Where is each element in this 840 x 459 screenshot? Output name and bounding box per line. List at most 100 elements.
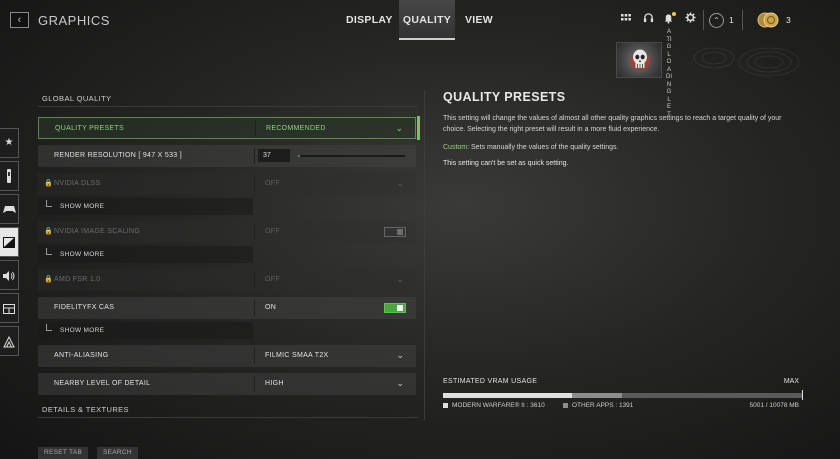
- sidebar-item-interface[interactable]: [0, 293, 19, 323]
- currency-icon[interactable]: [757, 11, 779, 29]
- setting-label: NVIDIA IMAGE SCALING: [54, 228, 141, 235]
- vram-game-fill: [443, 393, 572, 398]
- legend-other-label: OTHER APPS : 1391: [572, 402, 634, 409]
- tab-display[interactable]: DISPLAY: [346, 0, 392, 40]
- tab-quality[interactable]: QUALITY: [399, 0, 455, 40]
- rank-icon: ⌃: [709, 13, 724, 28]
- sidebar-item-network[interactable]: [0, 326, 19, 356]
- chevron-left-icon: ‹: [17, 14, 22, 26]
- setting-nvidia-dlss: 🔒 NVIDIA DLSS OFF ⌄: [38, 173, 416, 195]
- divider: [254, 224, 255, 240]
- star-icon: ★: [4, 137, 14, 148]
- calling-card-pattern: [693, 47, 800, 77]
- info-description: This setting will change the values of a…: [443, 115, 782, 133]
- setting-fidelityfx-cas[interactable]: FIDELITYFX CAS ON: [38, 297, 416, 319]
- interface-icon: [3, 304, 15, 314]
- section-global-quality: GLOBAL QUALITY: [38, 90, 418, 107]
- page-title: GRAPHICS: [38, 13, 110, 28]
- fidelityfx-toggle[interactable]: [384, 303, 406, 313]
- currency-count: 3: [786, 15, 791, 25]
- show-more-label: SHOW MORE: [60, 203, 105, 210]
- chevron-down-icon: ⌄: [396, 274, 404, 284]
- legend-other: OTHER APPS : 1391: [563, 402, 633, 409]
- divider: [254, 272, 255, 288]
- vram-total: 5001 / 10078 MB: [749, 402, 799, 409]
- headset-icon[interactable]: [640, 12, 656, 28]
- setting-value: ON: [265, 304, 277, 311]
- custom-label: Custom:: [443, 144, 470, 151]
- controller-icon: [2, 206, 16, 213]
- network-icon: [3, 335, 15, 348]
- vram-title: ESTIMATED VRAM USAGE: [443, 378, 538, 385]
- skull-icon: [630, 49, 650, 70]
- vram-other-fill: [571, 393, 622, 398]
- show-more-label: SHOW MORE: [60, 327, 105, 334]
- legend-game-label: MODERN WARFARE® II : 3610: [452, 402, 545, 409]
- lock-icon: 🔒: [44, 276, 53, 283]
- setting-value: RECOMMENDED: [266, 125, 326, 132]
- setting-value: OFF: [265, 180, 280, 187]
- sidebar-item-audio[interactable]: [0, 260, 19, 290]
- setting-anti-aliasing[interactable]: ANTI-ALIASING FILMIC SMAA T2X ⌄: [38, 345, 416, 367]
- sidebar-item-graphics[interactable]: [0, 227, 19, 257]
- setting-label: NVIDIA DLSS: [54, 180, 101, 187]
- reset-tab-button[interactable]: RESET TAB: [38, 447, 89, 459]
- info-note: This setting can't be set as quick setti…: [443, 160, 569, 167]
- rank-count: 1: [729, 15, 734, 25]
- chevron-down-icon: ⌄: [396, 378, 404, 388]
- back-button[interactable]: ‹: [10, 12, 29, 28]
- tab-view[interactable]: VIEW: [463, 0, 495, 40]
- legend-game: MODERN WARFARE® II : 3610: [443, 402, 545, 409]
- setting-quality-presets[interactable]: QUALITY PRESETS RECOMMENDED ⌄: [38, 116, 420, 140]
- setting-nearby-lod[interactable]: NEARBY LEVEL OF DETAIL HIGH ⌄: [38, 373, 416, 395]
- setting-nvidia-image-scaling: 🔒 NVIDIA IMAGE SCALING OFF: [38, 221, 416, 243]
- lock-icon: 🔒: [44, 228, 53, 235]
- info-custom: Custom: Sets manually the values of the …: [443, 144, 818, 151]
- setting-value: HIGH: [265, 380, 284, 387]
- show-more-dlss[interactable]: SHOW MORE: [38, 198, 253, 215]
- divider: [254, 148, 255, 164]
- setting-value: OFF: [265, 276, 280, 283]
- vram-bar: [443, 390, 803, 400]
- vram-max-label: MAX: [783, 378, 799, 385]
- settings-panel: GLOBAL QUALITY QUALITY PRESETS RECOMMEND…: [38, 90, 420, 418]
- custom-text: Sets manually the values of the quality …: [469, 144, 619, 151]
- setting-value: OFF: [265, 228, 280, 235]
- vram-max-tick: [802, 390, 803, 400]
- show-more-cas[interactable]: SHOW MORE: [38, 322, 253, 339]
- render-resolution-slider[interactable]: [298, 155, 405, 157]
- divider: [254, 176, 255, 192]
- setting-label: NEARBY LEVEL OF DETAIL: [54, 380, 151, 387]
- divider: [254, 376, 255, 392]
- nis-toggle: [384, 227, 406, 237]
- info-panel: QUALITY PRESETS This setting will change…: [443, 90, 818, 167]
- divider: [742, 10, 743, 30]
- divider: [254, 348, 255, 364]
- sidebar-item-weapons[interactable]: [0, 161, 19, 191]
- divider: [255, 121, 256, 137]
- search-button[interactable]: SEARCH: [97, 447, 138, 459]
- slider-fill: [298, 155, 301, 157]
- grid-icon[interactable]: [618, 12, 634, 28]
- chevron-down-icon: ⌄: [396, 350, 404, 360]
- show-more-nis[interactable]: SHOW MORE: [38, 246, 253, 263]
- divider: [703, 10, 704, 30]
- show-more-label: SHOW MORE: [60, 251, 105, 258]
- setting-label: AMD FSR 1.0: [54, 276, 101, 283]
- sidebar: ★: [0, 128, 19, 356]
- top-bar: ‹ GRAPHICS DISPLAY QUALITY VIEW ⌃ 1 3: [0, 0, 840, 40]
- gear-icon[interactable]: [682, 12, 698, 28]
- corner-icon: [46, 324, 52, 331]
- chevron-down-icon: ⌄: [395, 123, 403, 133]
- graphics-icon: [3, 237, 15, 248]
- render-resolution-input[interactable]: 37: [258, 149, 290, 162]
- lock-icon: 🔒: [44, 180, 53, 187]
- setting-amd-fsr: 🔒 AMD FSR 1.0 OFF ⌄: [38, 269, 416, 291]
- sidebar-item-favorites[interactable]: ★: [0, 128, 19, 158]
- setting-render-resolution[interactable]: RENDER RESOLUTION [ 947 X 533 ] 37: [38, 145, 416, 167]
- player-emblem[interactable]: [616, 42, 662, 78]
- divider: [254, 300, 255, 316]
- sidebar-item-controller[interactable]: [0, 194, 19, 224]
- setting-value: FILMIC SMAA T2X: [265, 352, 329, 359]
- vram-usage: ESTIMATED VRAM USAGE MAX MODERN WARFARE®…: [443, 378, 803, 409]
